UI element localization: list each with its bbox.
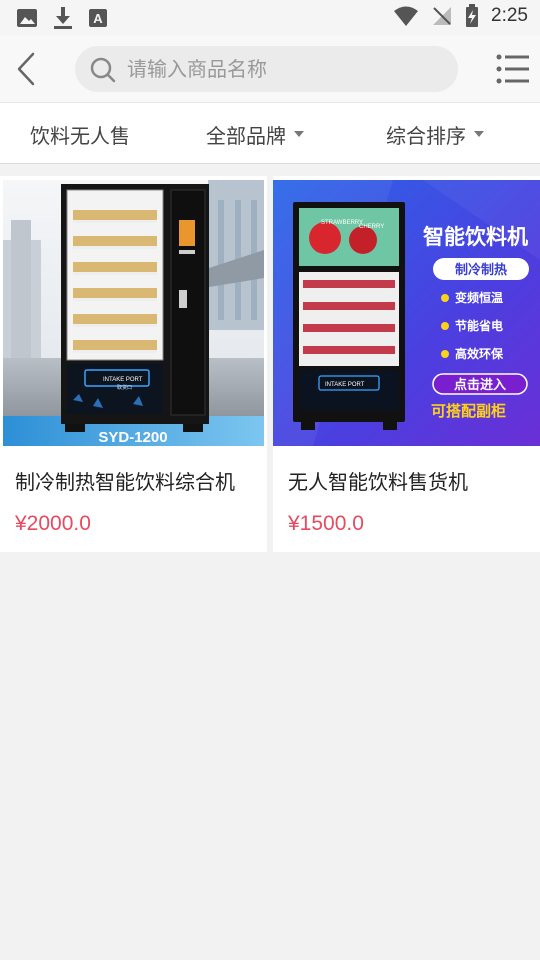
- filter-bar: 饮料无人售 全部品牌 综合排序: [0, 102, 540, 164]
- intake-port-text: INTAKE PORT: [325, 382, 365, 388]
- product-price: ¥1500.0: [288, 512, 364, 535]
- banner-feature-2: 节能省电: [455, 318, 503, 333]
- clock: 2:25: [491, 5, 528, 26]
- screen-tag-2: CHERRY: [359, 224, 384, 230]
- back-button[interactable]: [8, 50, 44, 88]
- product-title: 无人智能饮料售货机: [288, 470, 468, 494]
- caret-down-icon: [294, 131, 304, 137]
- status-bar: A 2:25: [0, 0, 540, 36]
- filter-brand-label: 全部品牌: [206, 123, 286, 148]
- banner-cta: 点击进入: [454, 377, 506, 393]
- banner-badge: 制冷制热: [455, 262, 507, 278]
- model-label: SYD-1200: [98, 429, 167, 446]
- banner-feature-3: 高效环保: [455, 346, 504, 361]
- product-price: ¥2000.0: [15, 512, 91, 535]
- filter-category[interactable]: 饮料无人售: [30, 103, 130, 165]
- banner-footer: 可搭配副柜: [431, 402, 506, 420]
- header: [0, 36, 540, 102]
- banner-feature-1: 变频恒温: [455, 290, 503, 305]
- product-image[interactable]: INTAKE PORT 取货口 SYD-1200: [3, 180, 264, 446]
- filter-brand[interactable]: 全部品牌: [206, 103, 304, 165]
- battery-charging-icon: [466, 4, 479, 27]
- banner-headline: 智能饮料机: [423, 225, 528, 249]
- screen-tag-1: STRAWBERRY: [321, 220, 363, 226]
- product-image[interactable]: STRAWBERRY CHERRY INTAKE PORT 智能饮料机 制冷制热: [273, 180, 540, 446]
- product-title: 制冷制热智能饮料综合机: [15, 470, 235, 494]
- filter-sort[interactable]: 综合排序: [386, 103, 484, 165]
- image-icon: [17, 9, 37, 27]
- list-menu-button[interactable]: [496, 53, 530, 85]
- search-icon: [90, 57, 116, 83]
- wifi-icon: [394, 6, 419, 26]
- signal-off-icon: [433, 7, 452, 25]
- vending-machine-image: INTAKE PORT 取货口 SYD-1200: [3, 180, 264, 446]
- filter-sort-label: 综合排序: [386, 123, 466, 148]
- chevron-left-icon: [17, 52, 35, 86]
- filter-category-label: 饮料无人售: [30, 123, 130, 148]
- download-icon: [54, 7, 72, 29]
- vending-machine-banner-image: STRAWBERRY CHERRY INTAKE PORT 智能饮料机 制冷制热: [273, 180, 540, 446]
- intake-port-text: INTAKE PORT: [103, 377, 143, 383]
- search-input[interactable]: [127, 46, 447, 92]
- font-a-icon: A: [89, 9, 107, 27]
- intake-port-sublabel: 取货口: [117, 384, 132, 391]
- product-card[interactable]: STRAWBERRY CHERRY INTAKE PORT 智能饮料机 制冷制热: [273, 176, 540, 552]
- search-box[interactable]: [75, 46, 458, 92]
- list-menu-icon: [496, 54, 529, 84]
- svg-text:A: A: [93, 11, 103, 26]
- product-card[interactable]: INTAKE PORT 取货口 SYD-1200 制冷制热智能饮料综合机 ¥20…: [0, 176, 267, 552]
- caret-down-icon: [474, 131, 484, 137]
